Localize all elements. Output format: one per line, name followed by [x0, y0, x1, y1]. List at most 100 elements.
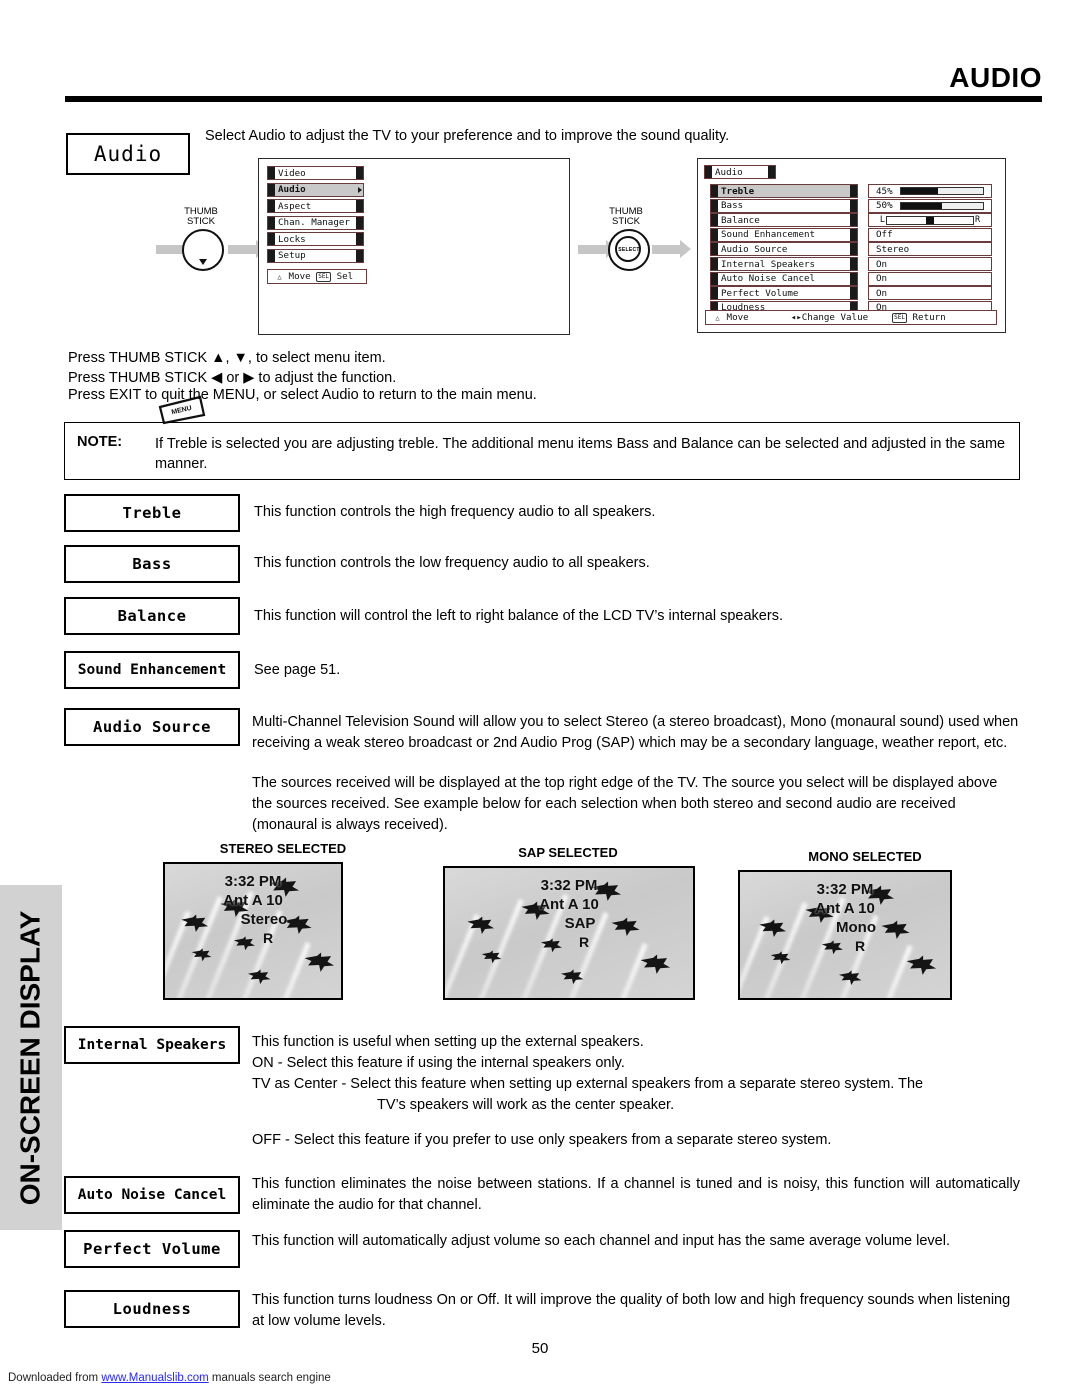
audio-menu-value-internal-speakers[interactable]: On	[868, 257, 992, 271]
audio-menu-item-internal-speakers[interactable]: Internal Speakers	[710, 257, 858, 271]
main-menu-item-label: Chan. Manager	[278, 217, 350, 228]
feature-box-sound-enhancement: Sound Enhancement	[64, 651, 240, 689]
tv-example-sap: 3:32 PM Ant A 10 SAP R	[443, 866, 695, 1000]
audio-menu-osd: Audio Treble 45% Bass 50% Balance L R Sound Enh…	[697, 158, 1006, 333]
audio-menu-title: Audio	[704, 165, 776, 179]
tv-channel: Ant A 10	[815, 900, 875, 917]
main-menu-item-label: Setup	[278, 250, 306, 261]
main-menu-hint: △ Move SEL Sel	[267, 269, 367, 284]
header-divider	[65, 96, 1042, 102]
select-knob-label: SELECT	[618, 247, 640, 253]
jet-silhouette	[190, 948, 214, 962]
feature-box-treble: Treble	[64, 494, 240, 532]
main-menu-item-video[interactable]: Video	[267, 166, 364, 180]
balance-slider[interactable]	[886, 215, 974, 225]
audio-menu-value-balance[interactable]: LR	[868, 213, 992, 228]
jet-silhouette	[246, 968, 273, 985]
audio-menu-value-text: Off	[876, 229, 893, 241]
jet-silhouette	[559, 969, 586, 985]
jet-silhouette	[837, 970, 864, 986]
audio-menu-item-treble[interactable]: Treble	[710, 184, 858, 198]
audio-menu-value-auto-noise-cancel[interactable]: On	[868, 271, 992, 286]
is-line-1: This function is useful when setting up …	[252, 1034, 644, 1050]
audio-menu-value-text: On	[876, 287, 888, 299]
feature-box-bass: Bass	[64, 545, 240, 583]
audio-menu-item-label: Perfect Volume	[721, 287, 799, 299]
audio-menu-hint: △ Move ◂▸ Change Value SEL Return	[705, 310, 997, 325]
audio-menu-item-label: Internal Speakers	[721, 258, 816, 270]
section-tab-label: ON-SCREEN DISPLAY	[14, 910, 46, 1206]
balance-right-label: R	[975, 215, 981, 226]
menu-flow-diagram: MENU THUMB STICK Video Audio Aspect Chan. M…	[60, 155, 1020, 425]
tv-received-flag: R	[854, 938, 866, 954]
thumb-stick-label-2: THUMB STICK	[595, 207, 657, 227]
audio-menu-item-label: Auto Noise Cancel	[721, 273, 816, 285]
feature-label: Audio Source	[93, 718, 211, 736]
sel-key-icon: SEL	[892, 312, 907, 323]
note-label: NOTE:	[77, 434, 123, 450]
press-line-3: Press EXIT to quit the MENU, or select A…	[68, 387, 537, 403]
main-menu-item-locks[interactable]: Locks	[267, 232, 364, 246]
audio-menu-item-label: Balance	[721, 214, 760, 226]
feature-label: Loudness	[112, 1300, 192, 1318]
tv-channel: Ant A 10	[539, 896, 599, 913]
main-menu-item-label: Video	[278, 167, 306, 179]
tv-caption-sap: SAP SELECTED	[518, 845, 618, 860]
thumb-stick-label-1: THUMB STICK	[170, 207, 232, 227]
audio-menu-item-perfect-volume[interactable]: Perfect Volume	[710, 286, 858, 301]
level-meter[interactable]	[900, 201, 984, 210]
audio-menu-item-label: Audio Source	[721, 243, 788, 255]
audio-menu-item-audio-source[interactable]: Audio Source	[710, 242, 858, 257]
main-menu-item-chan-manager[interactable]: Chan. Manager	[267, 215, 364, 230]
section-tab: ON-SCREEN DISPLAY	[0, 885, 62, 1230]
tv-osd-sap: 3:32 PM Ant A 10 SAP R	[445, 876, 693, 952]
thumb-stick-select-icon: SELECT	[608, 229, 650, 271]
audio-menu-percent: 45%	[876, 185, 893, 197]
chevron-right-icon	[358, 186, 362, 193]
feature-desc-audio-source: Multi-Channel Television Sound will allo…	[252, 714, 1019, 751]
flow-arrow-4	[652, 240, 692, 259]
feature-box-audio-source: Audio Source	[64, 708, 240, 746]
main-menu-item-audio[interactable]: Audio	[267, 182, 364, 197]
chevron-right-icon	[852, 188, 856, 194]
press-line-2: Press THUMB STICK ◀ or ▶ to adjust the f…	[68, 370, 397, 386]
audio-menu-value-sound-enhancement[interactable]: Off	[868, 227, 992, 242]
feature-box-auto-noise-cancel: Auto Noise Cancel	[64, 1176, 240, 1214]
footer-suffix: manuals search engine	[208, 1372, 331, 1384]
thumb-stick-down-icon	[182, 229, 224, 271]
thumb-stick2-label-line2: STICK	[612, 216, 640, 227]
level-meter[interactable]	[900, 187, 984, 195]
audio-menu-percent: 50%	[876, 200, 893, 212]
manualslib-link[interactable]: www.Manualslib.com	[101, 1372, 208, 1384]
feature-desc-internal-speakers: This function is useful when setting up …	[252, 1032, 1032, 1151]
audio-menu-item-auto-noise-cancel[interactable]: Auto Noise Cancel	[710, 271, 858, 286]
feature-desc-balance: This function will control the left to r…	[254, 608, 783, 624]
audio-menu-value-audio-source[interactable]: Stereo	[868, 242, 992, 257]
audio-menu-value-treble[interactable]: 45%	[868, 184, 992, 198]
feature-desc-treble: This function controls the high frequenc…	[254, 504, 656, 520]
main-menu-item-aspect[interactable]: Aspect	[267, 199, 364, 213]
tv-time: 3:32 PM	[816, 881, 874, 898]
jet-silhouette	[904, 955, 940, 976]
main-menu-item-label: Locks	[278, 233, 306, 245]
audio-menu-item-bass[interactable]: Bass	[710, 198, 858, 213]
audio-menu-value-perfect-volume[interactable]: On	[868, 286, 992, 301]
feature-label: Balance	[117, 607, 187, 625]
audio-menu-value-bass[interactable]: 50%	[868, 198, 992, 213]
tv-source: Stereo	[240, 911, 288, 928]
manual-page: AUDIO ON-SCREEN DISPLAY Audio Select Aud…	[0, 0, 1080, 1397]
feature-desc-bass: This function controls the low frequency…	[254, 555, 650, 571]
hint-sel-label: Sel	[331, 271, 354, 282]
feature-label: Internal Speakers	[77, 1037, 227, 1053]
tv-source: SAP	[564, 915, 596, 932]
main-menu-item-label: Aspect	[278, 200, 312, 212]
feature-label: Perfect Volume	[83, 1240, 221, 1258]
audio-menu-item-sound-enhancement[interactable]: Sound Enhancement	[710, 227, 858, 242]
audio-menu-item-label: Treble	[721, 185, 755, 197]
tv-source: Mono	[836, 919, 876, 936]
note-box: NOTE: If Treble is selected you are adju…	[64, 422, 1020, 480]
tv-received-flag: R	[262, 930, 274, 946]
press-line-1: Press THUMB STICK ▲, ▼, to select menu i…	[68, 350, 386, 366]
audio-menu-item-balance[interactable]: Balance	[710, 213, 858, 228]
main-menu-item-setup[interactable]: Setup	[267, 248, 364, 263]
